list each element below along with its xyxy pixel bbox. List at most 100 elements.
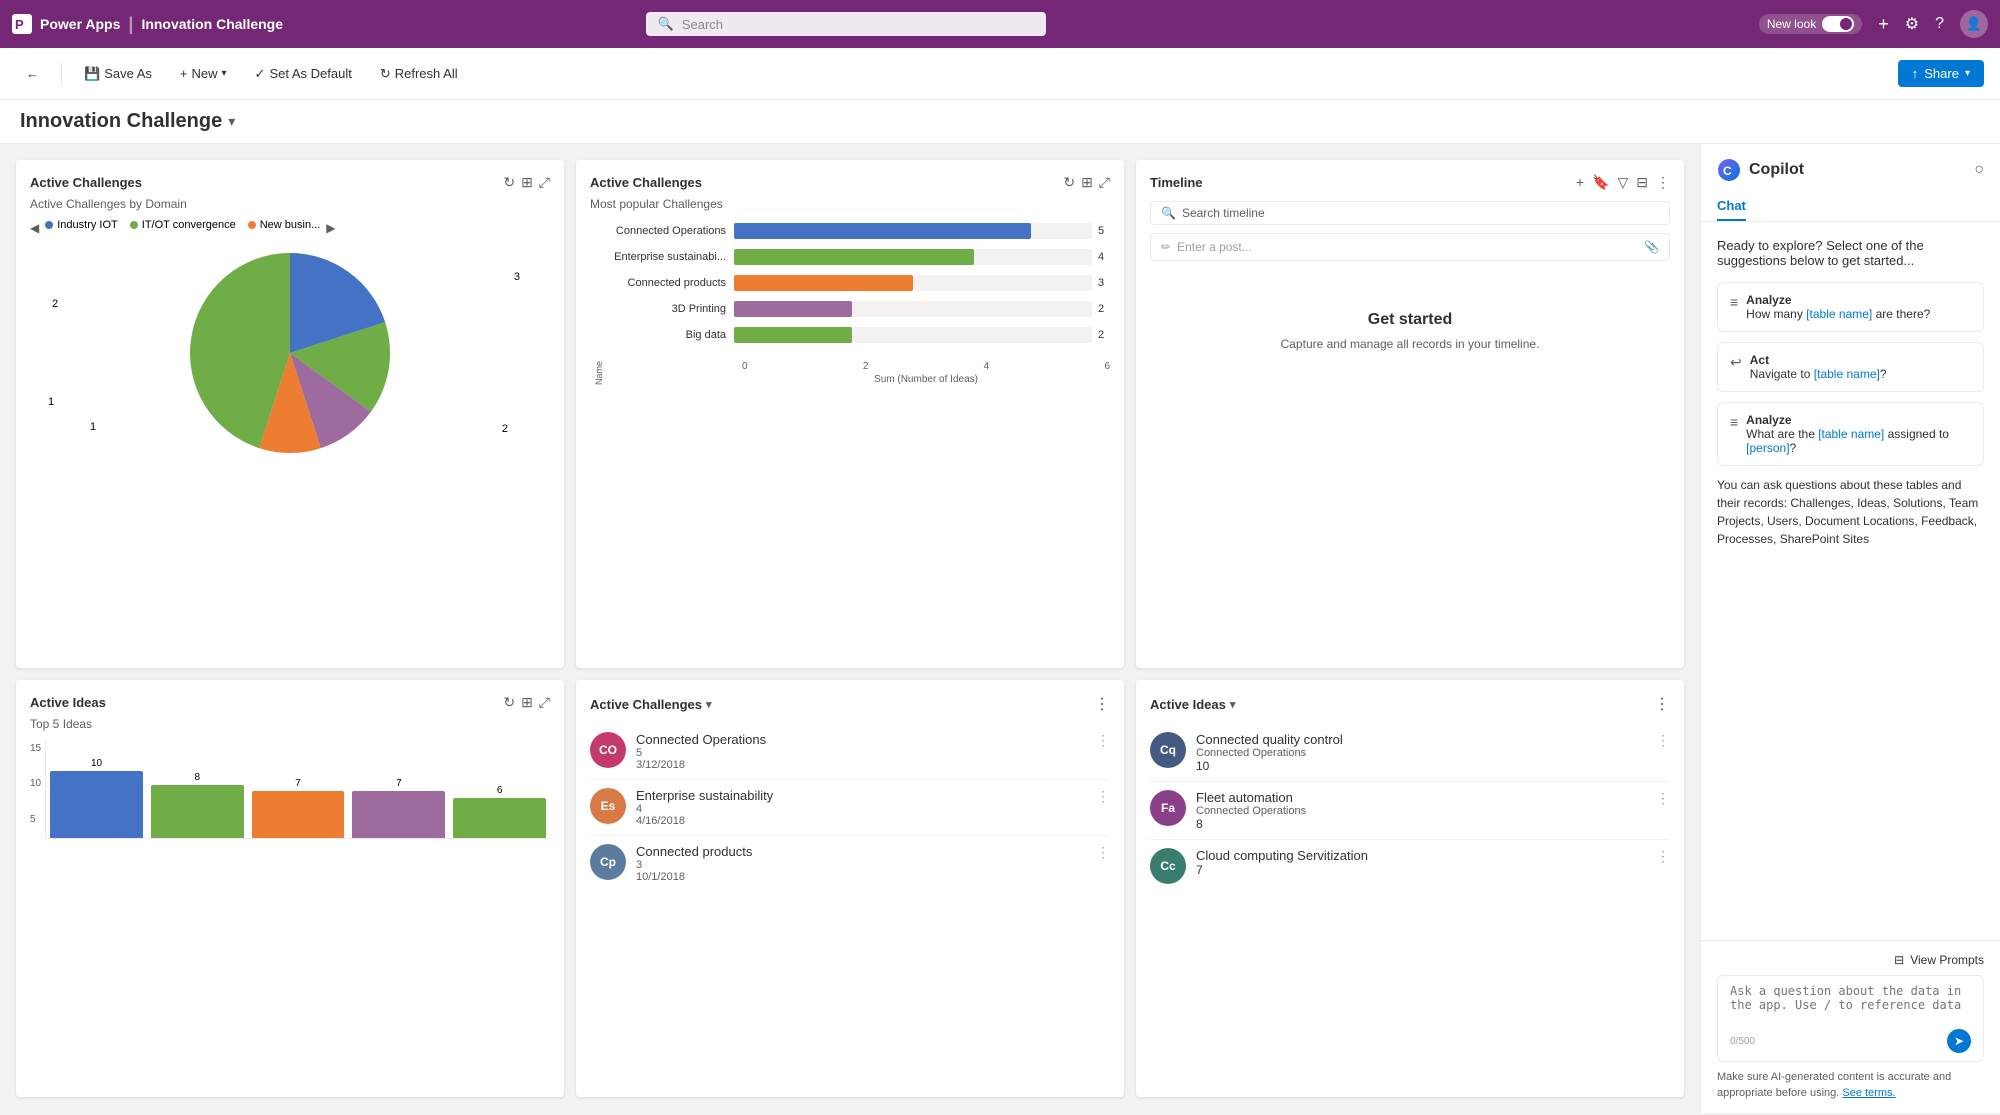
bar-fill-3 (734, 301, 852, 317)
page-title-chevron-icon[interactable]: ▾ (228, 113, 235, 130)
y-tick-15: 15 (30, 743, 41, 754)
bar-refresh-icon[interactable]: ↻ (1063, 174, 1075, 191)
toolbar: ← 💾 Save As + New ▾ ✓ Set As Default ↻ R… (0, 48, 2000, 100)
bar-label-2: Connected products (604, 277, 734, 289)
ideas-bar-icons: ↻ ⊞ ⤢ (503, 694, 550, 711)
bar-row-4: Big data 2 (604, 327, 1110, 343)
new-look-toggle[interactable]: New look (1759, 14, 1862, 34)
timeline-post-input[interactable]: ✏ Enter a post... 📎 (1150, 233, 1670, 261)
ideas-expand-icon[interactable]: ⤢ (539, 694, 550, 711)
pie-expand-icon[interactable]: ⤢ (539, 174, 550, 191)
ideas-refresh-icon[interactable]: ↻ (503, 694, 515, 711)
nav-right-actions: New look + ⚙ ? 👤 (1759, 10, 1988, 38)
legend-next-button[interactable]: ▶ (326, 221, 335, 235)
avatar-co: CO (590, 732, 626, 768)
ideas-bar-val-1: 8 (195, 772, 201, 783)
copilot-send-button[interactable]: ➤ (1947, 1029, 1971, 1053)
back-button[interactable]: ← (16, 60, 49, 87)
set-default-button[interactable]: ✓ Set As Default (245, 60, 362, 88)
ideas-list-more-icon[interactable]: ⋮ (1654, 694, 1670, 714)
copilot-input-area: 0/500 ➤ (1717, 975, 1984, 1062)
item-date-0: 3/12/2018 (636, 759, 1086, 771)
ideas-list-items: Cq Connected quality control Connected O… (1150, 724, 1670, 892)
idea-more-1[interactable]: ⋮ (1656, 790, 1670, 807)
pie-copy-icon[interactable]: ⊞ (521, 174, 533, 191)
legend-nav: ◀ Industry IOT IT/OT convergence New bus… (30, 219, 550, 237)
ideas-list-title-text: Active Ideas (1150, 697, 1226, 712)
challenges-list-chevron-icon[interactable]: ▾ (706, 698, 712, 711)
bar-label-0: Connected Operations (604, 225, 734, 237)
idea-more-2[interactable]: ⋮ (1656, 848, 1670, 865)
timeline-empty-title: Get started (1368, 311, 1452, 329)
idea-count-0: 10 (1196, 759, 1646, 773)
suggestion-link-2b: [person] (1746, 441, 1789, 455)
copilot-char-count: 0/500 (1730, 1036, 1755, 1047)
toggle-pill[interactable] (1822, 16, 1854, 32)
copilot-suggestion-2[interactable]: ≡ Analyze What are the [table name] assi… (1717, 402, 1984, 466)
save-as-button[interactable]: 💾 Save As (74, 60, 162, 88)
global-search[interactable]: 🔍 Search (646, 12, 1046, 36)
copilot-suggestion-0[interactable]: ≡ Analyze How many [table name] are ther… (1717, 282, 1984, 332)
avatar[interactable]: 👤 (1960, 10, 1988, 38)
share-label: Share (1924, 66, 1959, 81)
new-button[interactable]: + New ▾ (170, 60, 237, 87)
refresh-button[interactable]: ↻ Refresh All (370, 60, 468, 88)
suggestion-text-1: Navigate to [table name]? (1750, 367, 1971, 381)
add-icon[interactable]: + (1878, 14, 1889, 35)
copilot-suggestion-1[interactable]: ↩ Act Navigate to [table name]? (1717, 342, 1984, 392)
bar-label-4: Big data (604, 329, 734, 341)
bar-expand-icon[interactable]: ⤢ (1099, 174, 1110, 191)
copilot-close-icon[interactable]: ○ (1974, 161, 1984, 179)
idea-name-0: Connected quality control (1196, 732, 1646, 747)
pie-refresh-icon[interactable]: ↻ (503, 174, 515, 191)
pie-card-header: Active Challenges ↻ ⊞ ⤢ (30, 174, 550, 191)
timeline-add-icon[interactable]: + (1576, 174, 1584, 191)
back-icon: ← (26, 66, 39, 81)
pie-label-1b: 1 (90, 421, 96, 433)
legend-item-0: Industry IOT (45, 219, 118, 231)
legend-prev-button[interactable]: ◀ (30, 221, 39, 235)
copilot-input[interactable] (1730, 984, 1971, 1020)
idea-item-1: Fa Fleet automation Connected Operations… (1150, 782, 1670, 840)
suggestion-analyze-icon-0: ≡ (1730, 294, 1738, 310)
tab-chat[interactable]: Chat (1717, 192, 1746, 221)
timeline-header: Timeline + 🔖 ▽ ⊟ ⋮ (1150, 174, 1670, 191)
x-tick-6: 6 (1104, 361, 1110, 372)
x-tick-2: 2 (863, 361, 869, 372)
timeline-search[interactable]: 🔍 Search timeline (1150, 201, 1670, 225)
share-button[interactable]: ↑ Share ▾ (1898, 60, 1984, 87)
timeline-empty-subtitle: Capture and manage all records in your t… (1281, 337, 1540, 351)
idea-more-0[interactable]: ⋮ (1656, 732, 1670, 749)
timeline-bookmark-icon[interactable]: 🔖 (1592, 174, 1609, 191)
nav-divider: | (128, 14, 133, 35)
power-apps-logo: P (12, 14, 32, 34)
timeline-filter-icon[interactable]: ▽ (1617, 174, 1628, 191)
copilot-body: Ready to explore? Select one of the sugg… (1701, 222, 2000, 940)
main-layout: Active Challenges ↻ ⊞ ⤢ Active Challenge… (0, 144, 2000, 1113)
item-more-2[interactable]: ⋮ (1096, 844, 1110, 861)
bar-fill-2 (734, 275, 913, 291)
ideas-bar-group-0: 10 (50, 758, 143, 838)
item-more-1[interactable]: ⋮ (1096, 788, 1110, 805)
search-icon: 🔍 (658, 16, 674, 32)
idea-content-2: Cloud computing Servitization 7 (1196, 848, 1646, 877)
pie-card-subtitle: Active Challenges by Domain (30, 197, 550, 211)
bar-track-2 (734, 275, 1092, 291)
item-more-0[interactable]: ⋮ (1096, 732, 1110, 749)
timeline-view-icon[interactable]: ⊟ (1636, 174, 1648, 191)
challenges-list-more-icon[interactable]: ⋮ (1094, 694, 1110, 714)
disclaimer-link[interactable]: See terms. (1842, 1087, 1895, 1099)
ideas-list-chevron-icon[interactable]: ▾ (1230, 698, 1236, 711)
timeline-search-text: Search timeline (1182, 206, 1265, 220)
ideas-copy-icon[interactable]: ⊞ (521, 694, 533, 711)
bar-track-3 (734, 301, 1092, 317)
pie-label-3: 3 (514, 271, 520, 283)
pie-label-2-tl: 2 (52, 298, 58, 310)
help-icon[interactable]: ? (1935, 15, 1944, 33)
bar-copy-icon[interactable]: ⊞ (1081, 174, 1093, 191)
timeline-more-icon[interactable]: ⋮ (1656, 174, 1670, 191)
view-prompts-button[interactable]: ⊟ View Prompts (1717, 953, 1984, 967)
idea-count-1: 8 (1196, 817, 1646, 831)
ideas-bar-wrapper: 15 10 5 10 8 (30, 739, 550, 849)
settings-icon[interactable]: ⚙ (1905, 14, 1919, 34)
